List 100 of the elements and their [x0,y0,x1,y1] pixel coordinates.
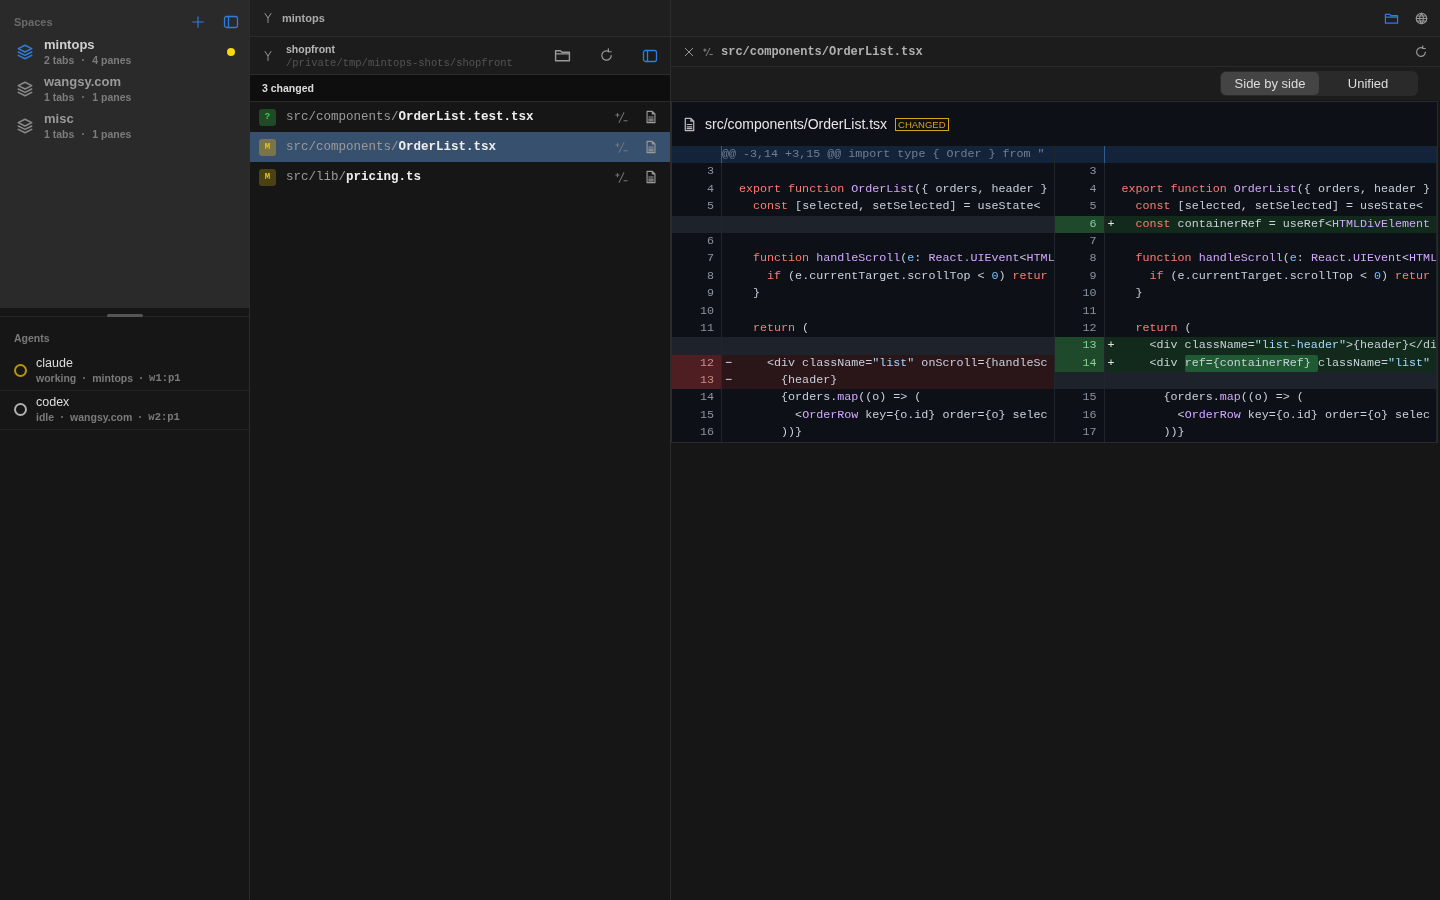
code-line: ))} [722,424,1055,442]
line-number: 3 [672,163,722,181]
agent-space: mintops [92,372,134,384]
code-line: const [selected, setSelected] = useState< [722,198,1055,216]
folder-icon[interactable] [554,47,571,64]
hunk-header: @@ -3,14 +3,15 @@ import type { Order } from " [722,146,1055,164]
line-number: 4 [1054,180,1105,199]
code-line: } [722,285,1055,303]
code-line: <OrderRow key={o.id} order={o} selec [722,406,1055,425]
code-line: <OrderRow key={o.id} order={o} selec [1104,406,1437,425]
file-row[interactable]: M src/components/OrderList.tsx [250,132,670,162]
diff-icon[interactable] [615,170,628,184]
view-mode-button[interactable]: Unified [1319,72,1417,95]
agent-name[interactable]: claude [36,356,181,370]
code-line: ))} [1104,424,1437,442]
agent-pane: w1:p1 [149,372,181,384]
pane-count: 1 panes [92,128,132,140]
tab-count: 2 tabs [44,54,75,66]
status-badge: M [259,138,276,156]
line-number: 16 [1054,406,1105,425]
line-number: 15 [1054,389,1105,407]
layers-icon[interactable] [16,79,34,98]
line-number: 14 [672,389,722,407]
diff-icon [703,46,713,57]
tab-count: 1 tabs [44,91,75,103]
space-name[interactable]: wangsy.com [44,74,235,89]
code-line: if (e.currentTarget.scrollTop < 0) retur [1104,267,1437,286]
line-number: 11 [1054,302,1105,320]
file-title: src/components/OrderList.tsx [705,116,888,132]
status-badge: ? [259,108,276,126]
pane-count: 4 panes [92,54,132,66]
diff-icon[interactable] [615,110,628,124]
pane-count: 1 panes [92,91,132,103]
code-line: function handleScroll(e: React.UIEvent<HTML [722,250,1055,268]
code-line: {orders.map((o) => ( [1104,389,1437,407]
gutter-cell [672,146,722,164]
file-icon [682,116,697,132]
agent-space: wangsy.com [70,411,133,423]
sidebar-toggle-icon[interactable] [223,14,239,30]
line-number: 6 [672,232,722,251]
resize-handle[interactable] [106,314,143,317]
agent-pane: w2:p1 [148,411,180,423]
branch-icon [262,12,274,24]
agent-status: idle [36,411,55,423]
code-line: {orders.map((o) => ( [722,389,1055,407]
line-number: 10 [672,302,722,320]
view-mode-button[interactable]: Side by side [1221,72,1319,95]
file-icon[interactable] [644,140,658,154]
line-number: 8 [672,267,722,286]
code-line: export function OrderList({ orders, header } [722,180,1055,199]
tab-count: 1 tabs [44,128,75,140]
gutter-cell [1054,372,1105,390]
code-line: } [1104,285,1437,303]
sidebar-toggle-icon[interactable] [642,47,658,64]
refresh-icon[interactable] [1414,44,1428,59]
file-path: src/components/OrderList.test.tsx [286,110,535,124]
file-icon[interactable] [644,110,658,124]
globe-icon[interactable] [1415,11,1428,25]
refresh-icon[interactable] [599,48,614,63]
line-number: 16 [672,424,722,442]
space-name[interactable]: misc [44,111,235,126]
close-icon[interactable] [683,45,695,58]
line-number: 5 [1054,198,1105,216]
agent-status: working [36,372,77,384]
changed-count: 3 changed [250,75,670,102]
line-number: 9 [672,285,722,303]
line-number: 9 [1054,267,1105,286]
line-number: 13 [672,372,722,390]
repo-path: /private/tmp/mintops-shots/shopfront [286,56,514,69]
file-icon[interactable] [644,170,658,184]
line-number: 7 [1054,232,1105,251]
line-number: 4 [672,180,722,199]
line-number: 7 [672,250,722,268]
line-number: 15 [672,406,722,425]
space-name[interactable]: mintops [44,37,217,52]
file-row[interactable]: ? src/components/OrderList.test.tsx [250,102,670,132]
code-line: export function OrderList({ orders, header } [1104,180,1437,199]
branch-icon [262,49,274,62]
gutter-cell [1054,146,1105,164]
section-title: Spaces [14,16,54,28]
line-number: 3 [1054,163,1105,181]
changed-badge: CHANGED [895,117,949,131]
line-number: 5 [672,198,722,216]
code-line: function handleScroll(e: React.UIEvent<HTML [1104,250,1437,268]
file-row[interactable]: M src/lib/pricing.ts [250,162,670,192]
repo-name: shopfront [286,42,336,55]
line-number: 10 [1054,285,1105,303]
line-number: 8 [1054,250,1105,268]
layers-icon[interactable] [16,42,34,61]
layers-icon[interactable] [16,116,34,135]
line-number: 17 [1054,424,1105,442]
status-badge: M [259,168,276,186]
workspace-name: mintops [282,12,325,24]
file-path: src/components/OrderList.tsx [286,140,498,154]
agent-name[interactable]: codex [36,395,180,409]
section-title: Agents [13,331,51,346]
line-number: 6 [1054,215,1105,233]
code-line: if (e.currentTarget.scrollTop < 0) retur [722,267,1055,286]
line-number: 13 [1054,337,1105,355]
code-line: const [selected, setSelected] = useState< [1104,198,1437,216]
